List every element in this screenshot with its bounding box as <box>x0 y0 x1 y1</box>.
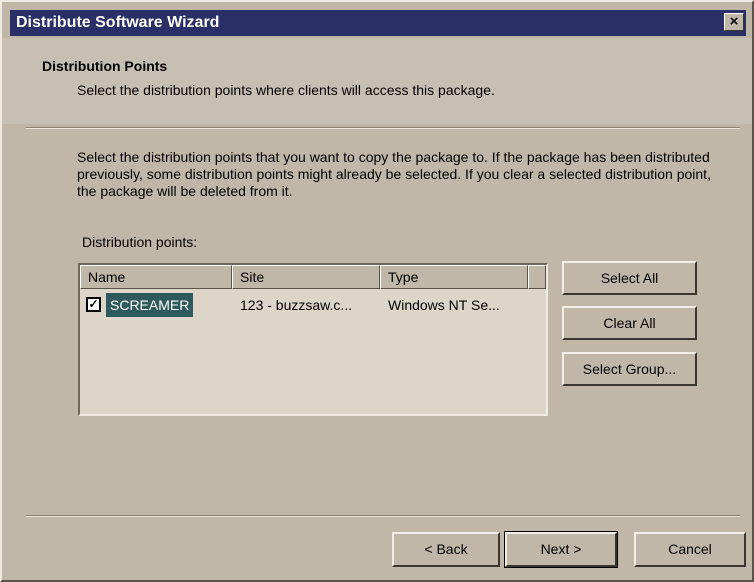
distribution-points-label: Distribution points: <box>82 234 198 250</box>
page-title: Distribution Points <box>42 58 168 74</box>
select-group-button[interactable]: Select Group... <box>562 352 697 386</box>
column-header-name[interactable]: Name <box>80 265 232 289</box>
list-item[interactable]: ✓ SCREAMER 123 - buzzsaw.c... Windows NT… <box>80 293 546 317</box>
column-header-type[interactable]: Type <box>380 265 528 289</box>
close-icon[interactable]: × <box>724 13 744 31</box>
list-header: Name Site Type <box>80 265 546 289</box>
distribution-points-list[interactable]: Name Site Type ✓ SCREAMER 123 - buzzsaw.… <box>78 263 548 416</box>
column-header-filler <box>528 265 546 289</box>
clear-all-button[interactable]: Clear All <box>562 306 697 340</box>
select-all-button[interactable]: Select All <box>562 261 697 295</box>
cell-type: Windows NT Se... <box>388 297 500 313</box>
wizard-header: Distribution Points Select the distribut… <box>2 38 752 124</box>
next-button[interactable]: Next > <box>504 531 618 568</box>
cell-site: 123 - buzzsaw.c... <box>240 297 353 313</box>
checkbox-checked-icon[interactable]: ✓ <box>86 297 101 312</box>
intro-text: Select the distribution points that you … <box>77 149 711 199</box>
page-subtitle: Select the distribution points where cli… <box>77 82 495 98</box>
footer-divider <box>26 515 740 517</box>
column-header-site[interactable]: Site <box>232 265 380 289</box>
back-button[interactable]: < Back <box>392 532 500 567</box>
header-divider <box>26 127 740 129</box>
cell-name: SCREAMER <box>106 293 194 317</box>
cancel-button[interactable]: Cancel <box>634 532 746 567</box>
wizard-window: Distribute Software Wizard × Distributio… <box>0 0 754 582</box>
window-title: Distribute Software Wizard <box>16 14 220 31</box>
title-bar[interactable]: Distribute Software Wizard × <box>10 10 746 36</box>
